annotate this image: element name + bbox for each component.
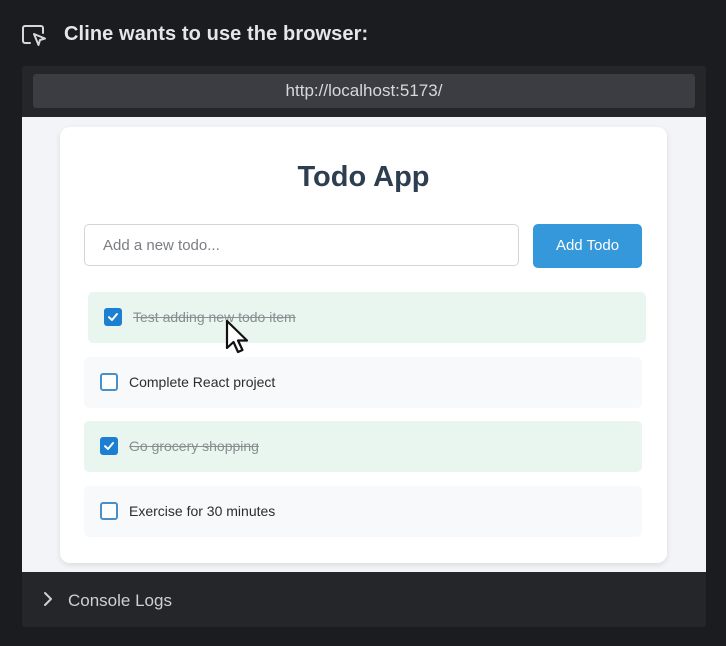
browser-cursor-icon <box>21 23 47 49</box>
todo-checkbox[interactable] <box>100 502 118 520</box>
app-title: Todo App <box>297 161 430 193</box>
todo-item[interactable]: Complete React project <box>84 357 642 408</box>
todo-checkbox[interactable] <box>100 373 118 391</box>
chevron-right-icon <box>42 591 54 607</box>
browser-viewport: Todo App Add Todo Test adding new todo i… <box>22 117 706 572</box>
new-todo-input[interactable] <box>84 224 519 266</box>
todo-checkbox-checked[interactable] <box>104 308 122 326</box>
todo-item[interactable]: Go grocery shopping <box>84 421 642 472</box>
url-bar[interactable]: http://localhost:5173/ <box>33 74 695 108</box>
browser-panel: http://localhost:5173/ Todo App Add Todo… <box>22 66 706 627</box>
mouse-cursor-icon <box>224 319 254 357</box>
todo-text: Exercise for 30 minutes <box>129 503 276 519</box>
todo-item[interactable]: Test adding new todo item <box>88 292 646 343</box>
approval-title: Cline wants to use the browser: <box>64 23 369 45</box>
console-logs-label: Console Logs <box>68 591 172 610</box>
console-logs-toggle[interactable]: Console Logs <box>22 572 706 627</box>
todo-text: Complete React project <box>129 374 276 390</box>
todo-app-card: Todo App Add Todo Test adding new todo i… <box>60 127 667 563</box>
add-todo-button[interactable]: Add Todo <box>533 224 642 268</box>
todo-item[interactable]: Exercise for 30 minutes <box>84 486 642 537</box>
todo-text: Go grocery shopping <box>129 438 259 454</box>
approval-header: Cline wants to use the browser: <box>0 0 726 66</box>
todo-text: Test adding new todo item <box>133 309 296 325</box>
todo-checkbox-checked[interactable] <box>100 437 118 455</box>
